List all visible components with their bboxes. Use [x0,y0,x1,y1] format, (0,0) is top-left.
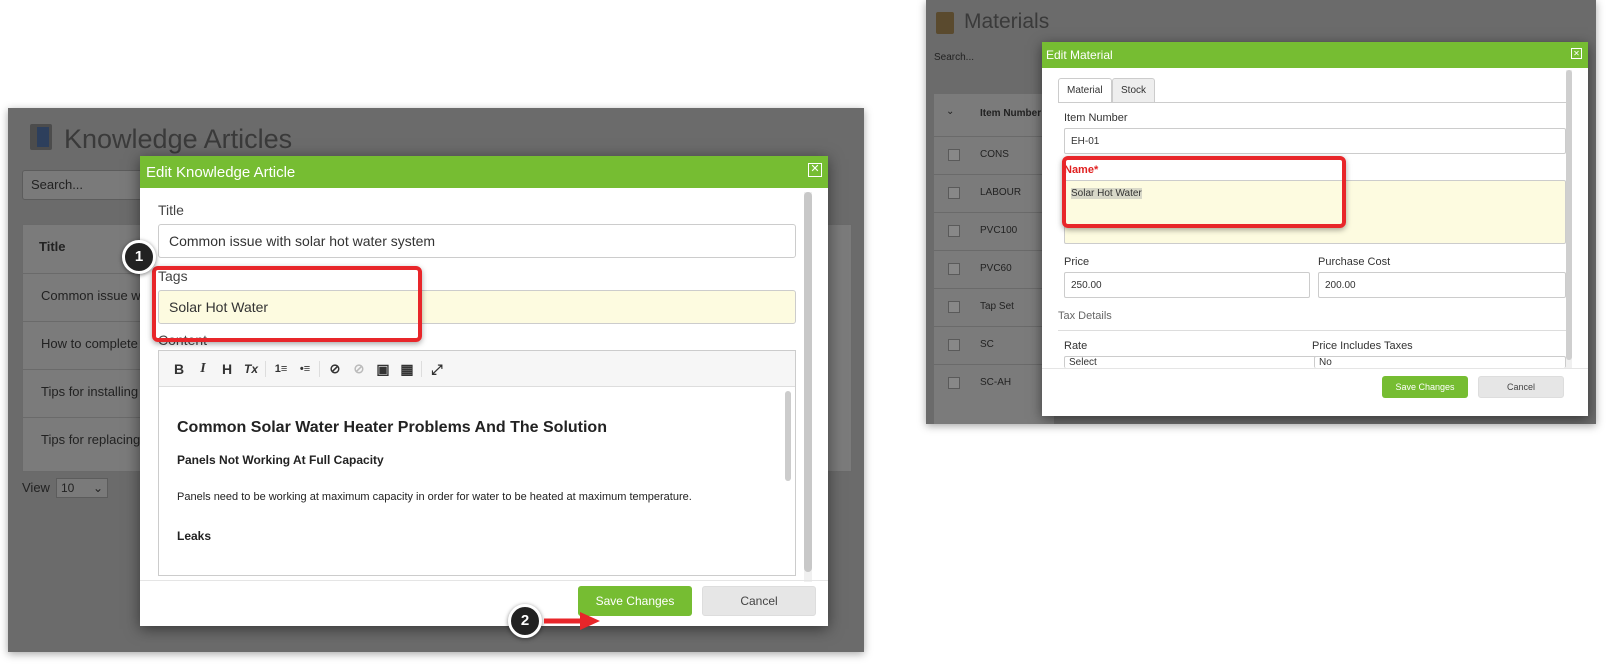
modal-header: Edit Material [1042,42,1588,68]
table-row[interactable]: Tips for installing a [23,369,153,417]
step-1-badge: 1 [122,240,156,274]
tax-details-heading: Tax Details [1058,310,1112,322]
title-label: Title [158,202,184,218]
link-icon[interactable]: ⊘ [325,359,345,379]
content-subheading: Panels Not Working At Full Capacity [177,453,384,467]
step-2-badge: 2 [508,604,542,638]
row-label: SC [980,339,994,350]
knowledge-articles-screenshot: Knowledge Articles Search... Title Commo… [8,108,864,652]
table-row[interactable]: SC-AH [934,364,1054,402]
editor-scrollbar[interactable] [785,391,791,481]
row-checkbox[interactable] [948,225,960,237]
clear-format-icon[interactable]: Tx [241,359,261,379]
rate-label: Rate [1064,340,1088,352]
item-number-input[interactable]: EH-01 [1064,128,1566,154]
page-title: Materials [964,10,1050,33]
tags-highlight-box [152,266,422,342]
modal-header: Edit Knowledge Article [140,156,828,188]
page-title: Knowledge Articles [64,124,293,154]
table-row[interactable]: PVC100 [934,212,1054,250]
row-checkbox[interactable] [948,149,960,161]
row-label: CONS [980,149,1009,160]
table-row[interactable]: Common issue wit [23,273,153,321]
toolbar-divider [421,361,422,377]
price-includes-taxes-select[interactable]: No [1314,356,1566,368]
row-label: PVC100 [980,225,1018,236]
footer-divider [1042,368,1588,369]
title-input[interactable]: Common issue with solar hot water system [158,224,796,258]
content-paragraph: Panels need to be working at maximum cap… [177,491,692,503]
modal-title: Edit Material [1046,48,1113,62]
toolbar-divider [319,361,320,377]
table-icon[interactable]: ▦ [397,359,417,379]
bullet-list-icon[interactable]: •≡ [295,359,315,379]
book-icon [30,124,52,150]
page-size-value: 10 [61,481,75,495]
arrow-right-icon [544,612,600,630]
tab-stock[interactable]: Stock [1112,78,1156,102]
italic-icon[interactable]: I [193,359,213,379]
row-label: LABOUR [980,187,1022,198]
content-subheading-leaks: Leaks [177,529,212,543]
chevron-down-icon: ⌄ [92,481,103,495]
row-label: SC-AH [980,377,1012,388]
table-row[interactable]: Tap Set [934,288,1054,326]
row-checkbox[interactable] [948,377,960,389]
chevron-down-icon[interactable]: ⌄ [946,106,954,117]
row-checkbox[interactable] [948,301,960,313]
rate-select[interactable]: Select [1064,356,1318,368]
modal-scrollbar[interactable] [804,192,812,572]
image-icon[interactable]: ▣ [373,359,393,379]
heading-icon[interactable]: H [217,359,237,379]
toolbar-divider [265,361,266,377]
ordered-list-icon[interactable]: 1≡ [271,359,291,379]
row-checkbox[interactable] [948,187,960,199]
purchase-cost-label: Purchase Cost [1318,256,1391,268]
close-icon[interactable]: ✕ [808,163,822,177]
bold-icon[interactable]: B [169,359,189,379]
table-row[interactable]: CONS [934,136,1054,174]
cancel-button[interactable]: Cancel [702,586,816,616]
price-label: Price [1064,256,1090,268]
row-label: Tap Set [980,301,1014,312]
purchase-cost-input[interactable]: 200.00 [1318,272,1566,298]
price-input[interactable]: 250.00 [1064,272,1310,298]
cancel-button[interactable]: Cancel [1478,376,1564,398]
modal-title: Edit Knowledge Article [146,164,296,181]
row-label: PVC60 [980,263,1012,274]
table-row[interactable]: LABOUR [934,174,1054,212]
price-includes-taxes-label: Price Includes Taxes [1312,340,1413,352]
table-row[interactable]: Tips for replacing [23,417,153,465]
table-row[interactable]: PVC60 [934,250,1054,288]
table-header-item-number: Item Number [980,108,1042,119]
materials-table: ⌄ Item Number CONS LABOUR PVC100 PVC60 T… [934,94,1054,424]
modal-scrollbar[interactable] [1566,70,1572,360]
tab-divider [1058,102,1566,103]
search-input[interactable]: Search... [934,52,974,63]
close-icon[interactable]: ✕ [1571,48,1582,59]
edit-material-modal: Edit Material ✕ Material Stock Item Numb… [1042,42,1588,416]
table-row[interactable]: SC [934,326,1054,364]
name-highlight-box [1062,156,1346,228]
section-divider [1058,330,1566,331]
view-label: View [22,480,50,495]
editor-toolbar: B I H Tx 1≡ •≡ ⊘ ⊘ ▣ ▦ ⤢ [159,351,795,387]
materials-icon [936,12,954,34]
edit-knowledge-article-modal: Edit Knowledge Article ✕ Title Common is… [140,156,828,626]
tab-material[interactable]: Material [1058,78,1112,102]
content-heading: Common Solar Water Heater Problems And T… [177,419,607,436]
fullscreen-icon[interactable]: ⤢ [427,359,447,379]
table-row[interactable]: How to complete a [23,321,153,369]
save-changes-button[interactable]: Save Changes [1382,376,1468,398]
table-header-title: Title [39,239,66,254]
footer-divider [140,580,828,581]
unlink-icon[interactable]: ⊘ [349,359,369,379]
item-number-label: Item Number [1064,112,1128,124]
row-checkbox[interactable] [948,263,960,275]
row-checkbox[interactable] [948,339,960,351]
content-editor[interactable]: B I H Tx 1≡ •≡ ⊘ ⊘ ▣ ▦ ⤢ Common Solar Wa… [158,350,796,576]
page-size-select[interactable]: 10 ⌄ [56,478,108,498]
